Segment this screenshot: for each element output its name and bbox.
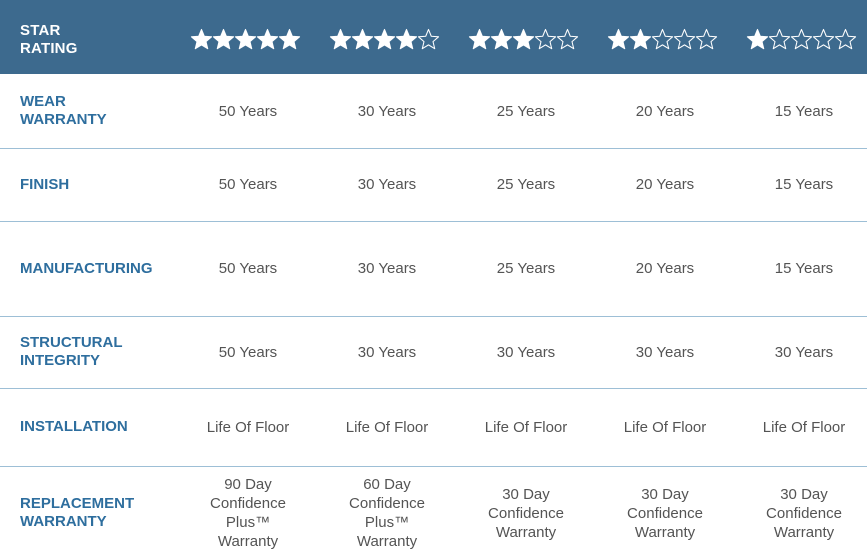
star-rating-4 bbox=[329, 24, 440, 54]
table-cell: 25 Years bbox=[496, 102, 556, 120]
star-outline-icon bbox=[695, 28, 718, 51]
star-rating-header: STAR RATING bbox=[0, 0, 867, 74]
table-cell: 30 Years bbox=[774, 343, 834, 361]
table-cell: 30 Years bbox=[635, 343, 695, 361]
star-filled-icon bbox=[746, 28, 769, 51]
table-cell: 15 Years bbox=[774, 176, 834, 193]
table-row: REPLACEMENT WARRANTY 90 Day Confidence Pl… bbox=[0, 466, 867, 560]
row-label: STRUCTURAL INTEGRITY bbox=[20, 334, 123, 369]
table-cell: 30 Day Confidence Warranty bbox=[627, 485, 703, 541]
table-cell: 15 Years bbox=[774, 102, 834, 120]
table-cell: 50 Years bbox=[218, 102, 278, 120]
table-cell: 90 Day Confidence Plus™ Warranty bbox=[210, 476, 286, 550]
table-cell: 20 Years bbox=[635, 260, 695, 277]
table-cell: 30 Day Confidence Warranty bbox=[766, 485, 842, 541]
table-cell: 50 Years bbox=[218, 343, 278, 361]
table-row: STRUCTURAL INTEGRITY 50 Years 30 Years 30 Y… bbox=[0, 316, 867, 388]
star-outline-icon bbox=[834, 28, 857, 51]
star-filled-icon bbox=[373, 28, 396, 51]
star-rating-label: STAR RATING bbox=[20, 22, 78, 57]
star-outline-icon bbox=[534, 28, 557, 51]
star-outline-icon bbox=[812, 28, 835, 51]
star-rating-2 bbox=[607, 24, 718, 54]
star-outline-icon bbox=[790, 28, 813, 51]
table-cell: Life Of Floor bbox=[345, 418, 429, 436]
star-filled-icon bbox=[607, 28, 630, 51]
star-outline-icon bbox=[556, 28, 579, 51]
table-cell: 60 Day Confidence Plus™ Warranty bbox=[349, 476, 425, 550]
table-row: WEAR WARRANTY 50 Years 30 Years 25 Years 20 … bbox=[0, 74, 867, 148]
table-cell: Life Of Floor bbox=[206, 418, 290, 436]
row-label: REPLACEMENT WARRANTY bbox=[20, 495, 135, 530]
star-rating-1 bbox=[746, 24, 857, 54]
row-divider bbox=[0, 148, 867, 149]
warranty-comparison-table: STAR RATING WEAR WARRANTY 50 Years 30 Year… bbox=[0, 0, 867, 560]
table-cell: 30 Years bbox=[357, 102, 417, 120]
row-divider bbox=[0, 221, 867, 222]
row-divider bbox=[0, 466, 867, 467]
star-filled-icon bbox=[629, 28, 652, 51]
table-cell: 30 Years bbox=[357, 260, 417, 277]
table-row: MANUFACTURING 50 Years 30 Years 25 Years 20 … bbox=[0, 221, 867, 316]
star-filled-icon bbox=[351, 28, 374, 51]
star-outline-icon bbox=[768, 28, 791, 51]
table-row: FINISH 50 Years 30 Years 25 Years 20 Years 15… bbox=[0, 148, 867, 221]
table-cell: 30 Day Confidence Warranty bbox=[488, 485, 564, 541]
row-divider bbox=[0, 316, 867, 317]
star-outline-icon bbox=[417, 28, 440, 51]
star-outline-icon bbox=[651, 28, 674, 51]
star-filled-icon bbox=[234, 28, 257, 51]
star-filled-icon bbox=[395, 28, 418, 51]
star-filled-icon bbox=[278, 28, 301, 51]
star-filled-icon bbox=[490, 28, 513, 51]
row-label: INSTALLATION bbox=[20, 418, 128, 435]
star-filled-icon bbox=[512, 28, 535, 51]
star-outline-icon bbox=[673, 28, 696, 51]
table-cell: 30 Years bbox=[357, 343, 417, 361]
table-cell: 50 Years bbox=[218, 260, 278, 277]
table-cell: 20 Years bbox=[635, 176, 695, 193]
table-cell: 30 Years bbox=[496, 343, 556, 361]
table-cell: 30 Years bbox=[357, 176, 417, 193]
star-rating-5 bbox=[190, 24, 301, 54]
table-cell: Life Of Floor bbox=[484, 418, 568, 436]
star-filled-icon bbox=[468, 28, 491, 51]
star-filled-icon bbox=[212, 28, 235, 51]
row-label: MANUFACTURING bbox=[20, 259, 153, 277]
star-filled-icon bbox=[190, 28, 213, 51]
table-cell: 50 Years bbox=[218, 176, 278, 193]
table-cell: 25 Years bbox=[496, 176, 556, 193]
row-label: WEAR WARRANTY bbox=[20, 93, 107, 128]
table-cell: Life Of Floor bbox=[762, 418, 846, 436]
star-rating-3 bbox=[468, 24, 579, 54]
table-cell: 15 Years bbox=[774, 260, 834, 277]
row-label: FINISH bbox=[20, 175, 70, 193]
row-divider bbox=[0, 388, 867, 389]
table-row: INSTALLATION Life Of Floor Life Of Floor Li… bbox=[0, 388, 867, 466]
star-filled-icon bbox=[329, 28, 352, 51]
table-cell: Life Of Floor bbox=[623, 418, 707, 436]
star-filled-icon bbox=[256, 28, 279, 51]
table-cell: 25 Years bbox=[496, 260, 556, 277]
table-cell: 20 Years bbox=[635, 102, 695, 120]
